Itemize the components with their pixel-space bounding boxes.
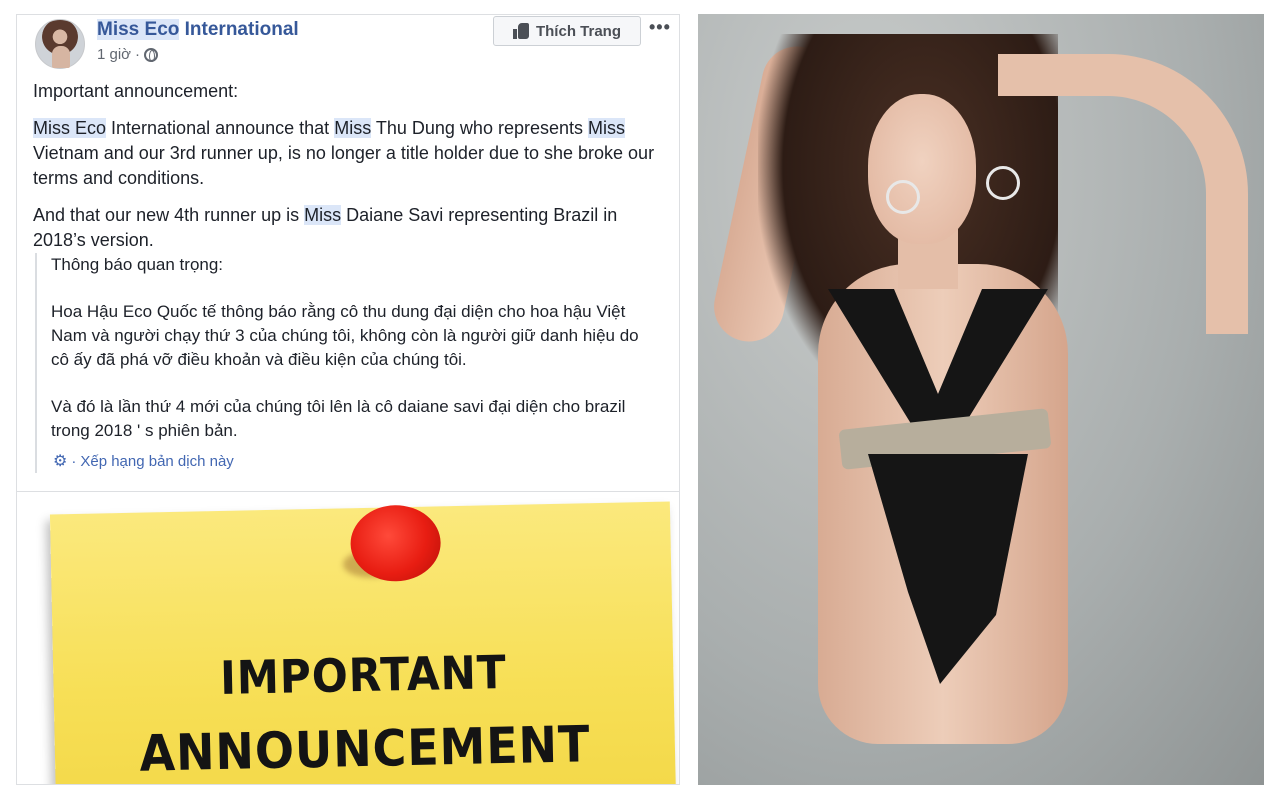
post-header: Miss Eco International 1 giờ · Thích Tra… xyxy=(17,15,679,85)
photo-face xyxy=(868,94,976,244)
translation-paragraph: Thông báo quan trọng: xyxy=(51,255,224,274)
post-image[interactable]: IMPORTANT ANNOUNCEMENT xyxy=(17,491,679,784)
pushpin-icon xyxy=(336,504,446,598)
thumbs-up-icon xyxy=(512,23,529,39)
facebook-post: Miss Eco International 1 giờ · Thích Tra… xyxy=(16,14,680,785)
page-name-link[interactable]: Miss Eco International xyxy=(97,19,299,41)
highlight-text: Miss Eco xyxy=(33,118,107,138)
post-text: And that our new 4th runner up is xyxy=(33,205,305,225)
rate-separator: · xyxy=(71,452,77,470)
rate-translation-label: Xếp hạng bản dịch này xyxy=(80,452,234,470)
post-text: Vietnam and our 3rd runner up, is no lon… xyxy=(33,143,655,188)
post-body: Important announcement: Miss Eco Interna… xyxy=(33,79,669,265)
highlight-text: Miss xyxy=(588,118,625,138)
pin-head xyxy=(349,504,442,583)
post-time[interactable]: 1 giờ xyxy=(97,46,131,63)
like-page-button[interactable]: Thích Trang xyxy=(493,16,641,46)
page-name-rest: International xyxy=(179,19,299,40)
post-text: Thu Dung who represents xyxy=(371,118,588,138)
like-page-label: Thích Trang xyxy=(535,22,621,40)
post-text: International announce that xyxy=(106,118,335,138)
meta-separator: · xyxy=(135,46,141,63)
highlight-text: Miss xyxy=(334,118,372,138)
translation-paragraph: Hoa Hậu Eco Quốc tế thông báo rằng cô th… xyxy=(51,302,639,369)
post-paragraph: Miss Eco International announce that Mis… xyxy=(33,116,669,191)
more-icon[interactable]: ••• xyxy=(649,17,671,38)
post-paragraph: Important announcement: xyxy=(33,81,239,101)
gear-icon: ⚙ xyxy=(53,453,68,470)
translation-paragraph: Và đó là lần thứ 4 mới của chúng tôi lên… xyxy=(51,397,626,440)
globe-icon[interactable] xyxy=(144,47,159,62)
earring-right xyxy=(986,166,1020,200)
page-name-highlight: Miss Eco xyxy=(97,19,180,40)
note-title-line2: ANNOUNCEMENT xyxy=(138,715,591,783)
model-photo xyxy=(698,14,1264,785)
post-paragraph: And that our new 4th runner up is Miss D… xyxy=(33,203,669,253)
post-meta: 1 giờ · xyxy=(97,46,159,63)
note-title-line1: IMPORTANT xyxy=(219,645,508,705)
highlight-text: Miss xyxy=(304,205,342,225)
translation-block: Thông báo quan trọng: Hoa Hậu Eco Quốc t… xyxy=(35,253,655,473)
sticky-note: IMPORTANT ANNOUNCEMENT xyxy=(49,501,677,784)
rate-translation-link[interactable]: ⚙ · Xếp hạng bản dịch này xyxy=(53,451,234,471)
earring-left xyxy=(886,180,920,214)
page-avatar[interactable] xyxy=(35,19,85,69)
